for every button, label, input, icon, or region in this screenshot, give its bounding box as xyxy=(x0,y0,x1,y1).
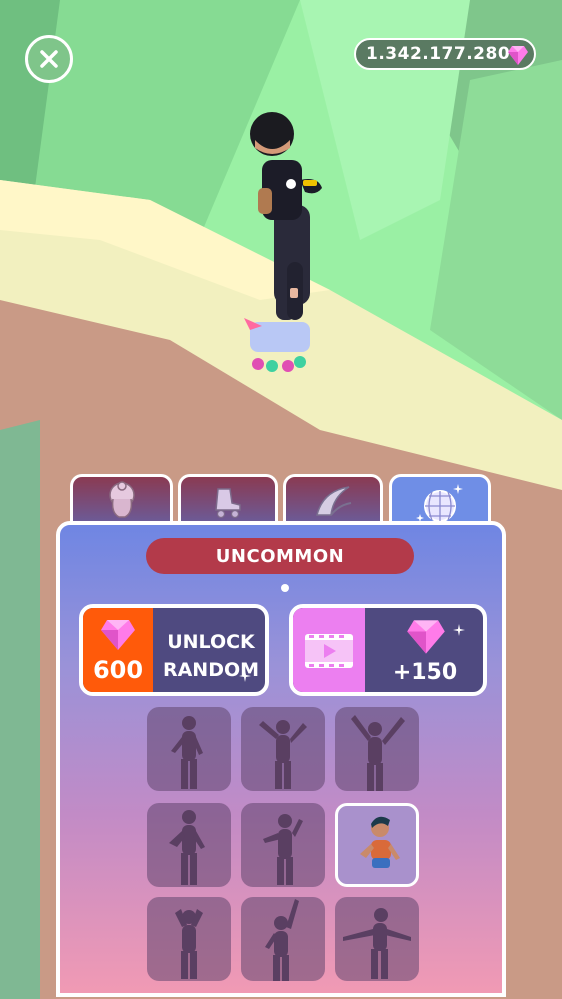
dancer-pose-9-icon xyxy=(343,908,411,979)
roller-skate-icon xyxy=(215,487,241,518)
dance-slot-locked[interactable] xyxy=(147,897,231,981)
tab-hair[interactable] xyxy=(70,474,173,524)
dance-slot-unlocked[interactable] xyxy=(335,803,419,887)
dancer-pose-4-icon xyxy=(169,810,205,885)
dance-slot-locked[interactable] xyxy=(335,707,419,791)
dancer-pose-2-icon xyxy=(259,720,307,789)
tab-trails[interactable] xyxy=(283,474,383,524)
gem-counter: 1.342.177.280 xyxy=(354,38,536,70)
sparkle-icon xyxy=(453,624,465,636)
dancer-pose-1-icon xyxy=(171,716,203,789)
dancer-pose-7-icon xyxy=(175,909,203,979)
close-button[interactable] xyxy=(25,35,73,83)
dance-slot-locked[interactable] xyxy=(335,897,419,981)
page-indicator xyxy=(281,584,289,592)
unlock-cost: 600 xyxy=(92,656,144,684)
gem-icon xyxy=(407,620,445,654)
unlock-random-button[interactable]: 600 UNLOCK RANDOM xyxy=(79,604,269,696)
video-reward: +150 xyxy=(392,660,458,685)
dance-slot-locked[interactable] xyxy=(241,707,325,791)
video-icon xyxy=(305,634,353,668)
dance-slot-locked[interactable] xyxy=(147,707,231,791)
dancer-pose-8-icon xyxy=(265,899,299,981)
gem-icon xyxy=(508,46,528,65)
dance-slot-locked[interactable] xyxy=(147,803,231,887)
dancer-pose-6-icon xyxy=(360,816,400,868)
tab-skates[interactable] xyxy=(178,474,278,524)
dancer-pose-5-icon xyxy=(263,814,303,885)
close-icon xyxy=(40,50,58,68)
dance-slot-locked[interactable] xyxy=(241,803,325,887)
rarity-banner: UNCOMMON xyxy=(146,538,414,574)
trail-icon xyxy=(316,485,352,516)
ground-left xyxy=(0,420,40,999)
sparkle-icon xyxy=(239,670,251,682)
hair-icon xyxy=(108,480,135,518)
unlock-label-line1: UNLOCK xyxy=(167,631,255,653)
dance-shop-panel: UNCOMMON 600 UNLOCK RANDOM +150 xyxy=(56,521,506,997)
gem-count: 1.342.177.280 xyxy=(366,44,511,64)
gem-icon xyxy=(101,620,135,650)
dancer-pose-3-icon xyxy=(351,715,405,791)
watch-video-button[interactable]: +150 xyxy=(289,604,487,696)
dance-slot-locked[interactable] xyxy=(241,897,325,981)
